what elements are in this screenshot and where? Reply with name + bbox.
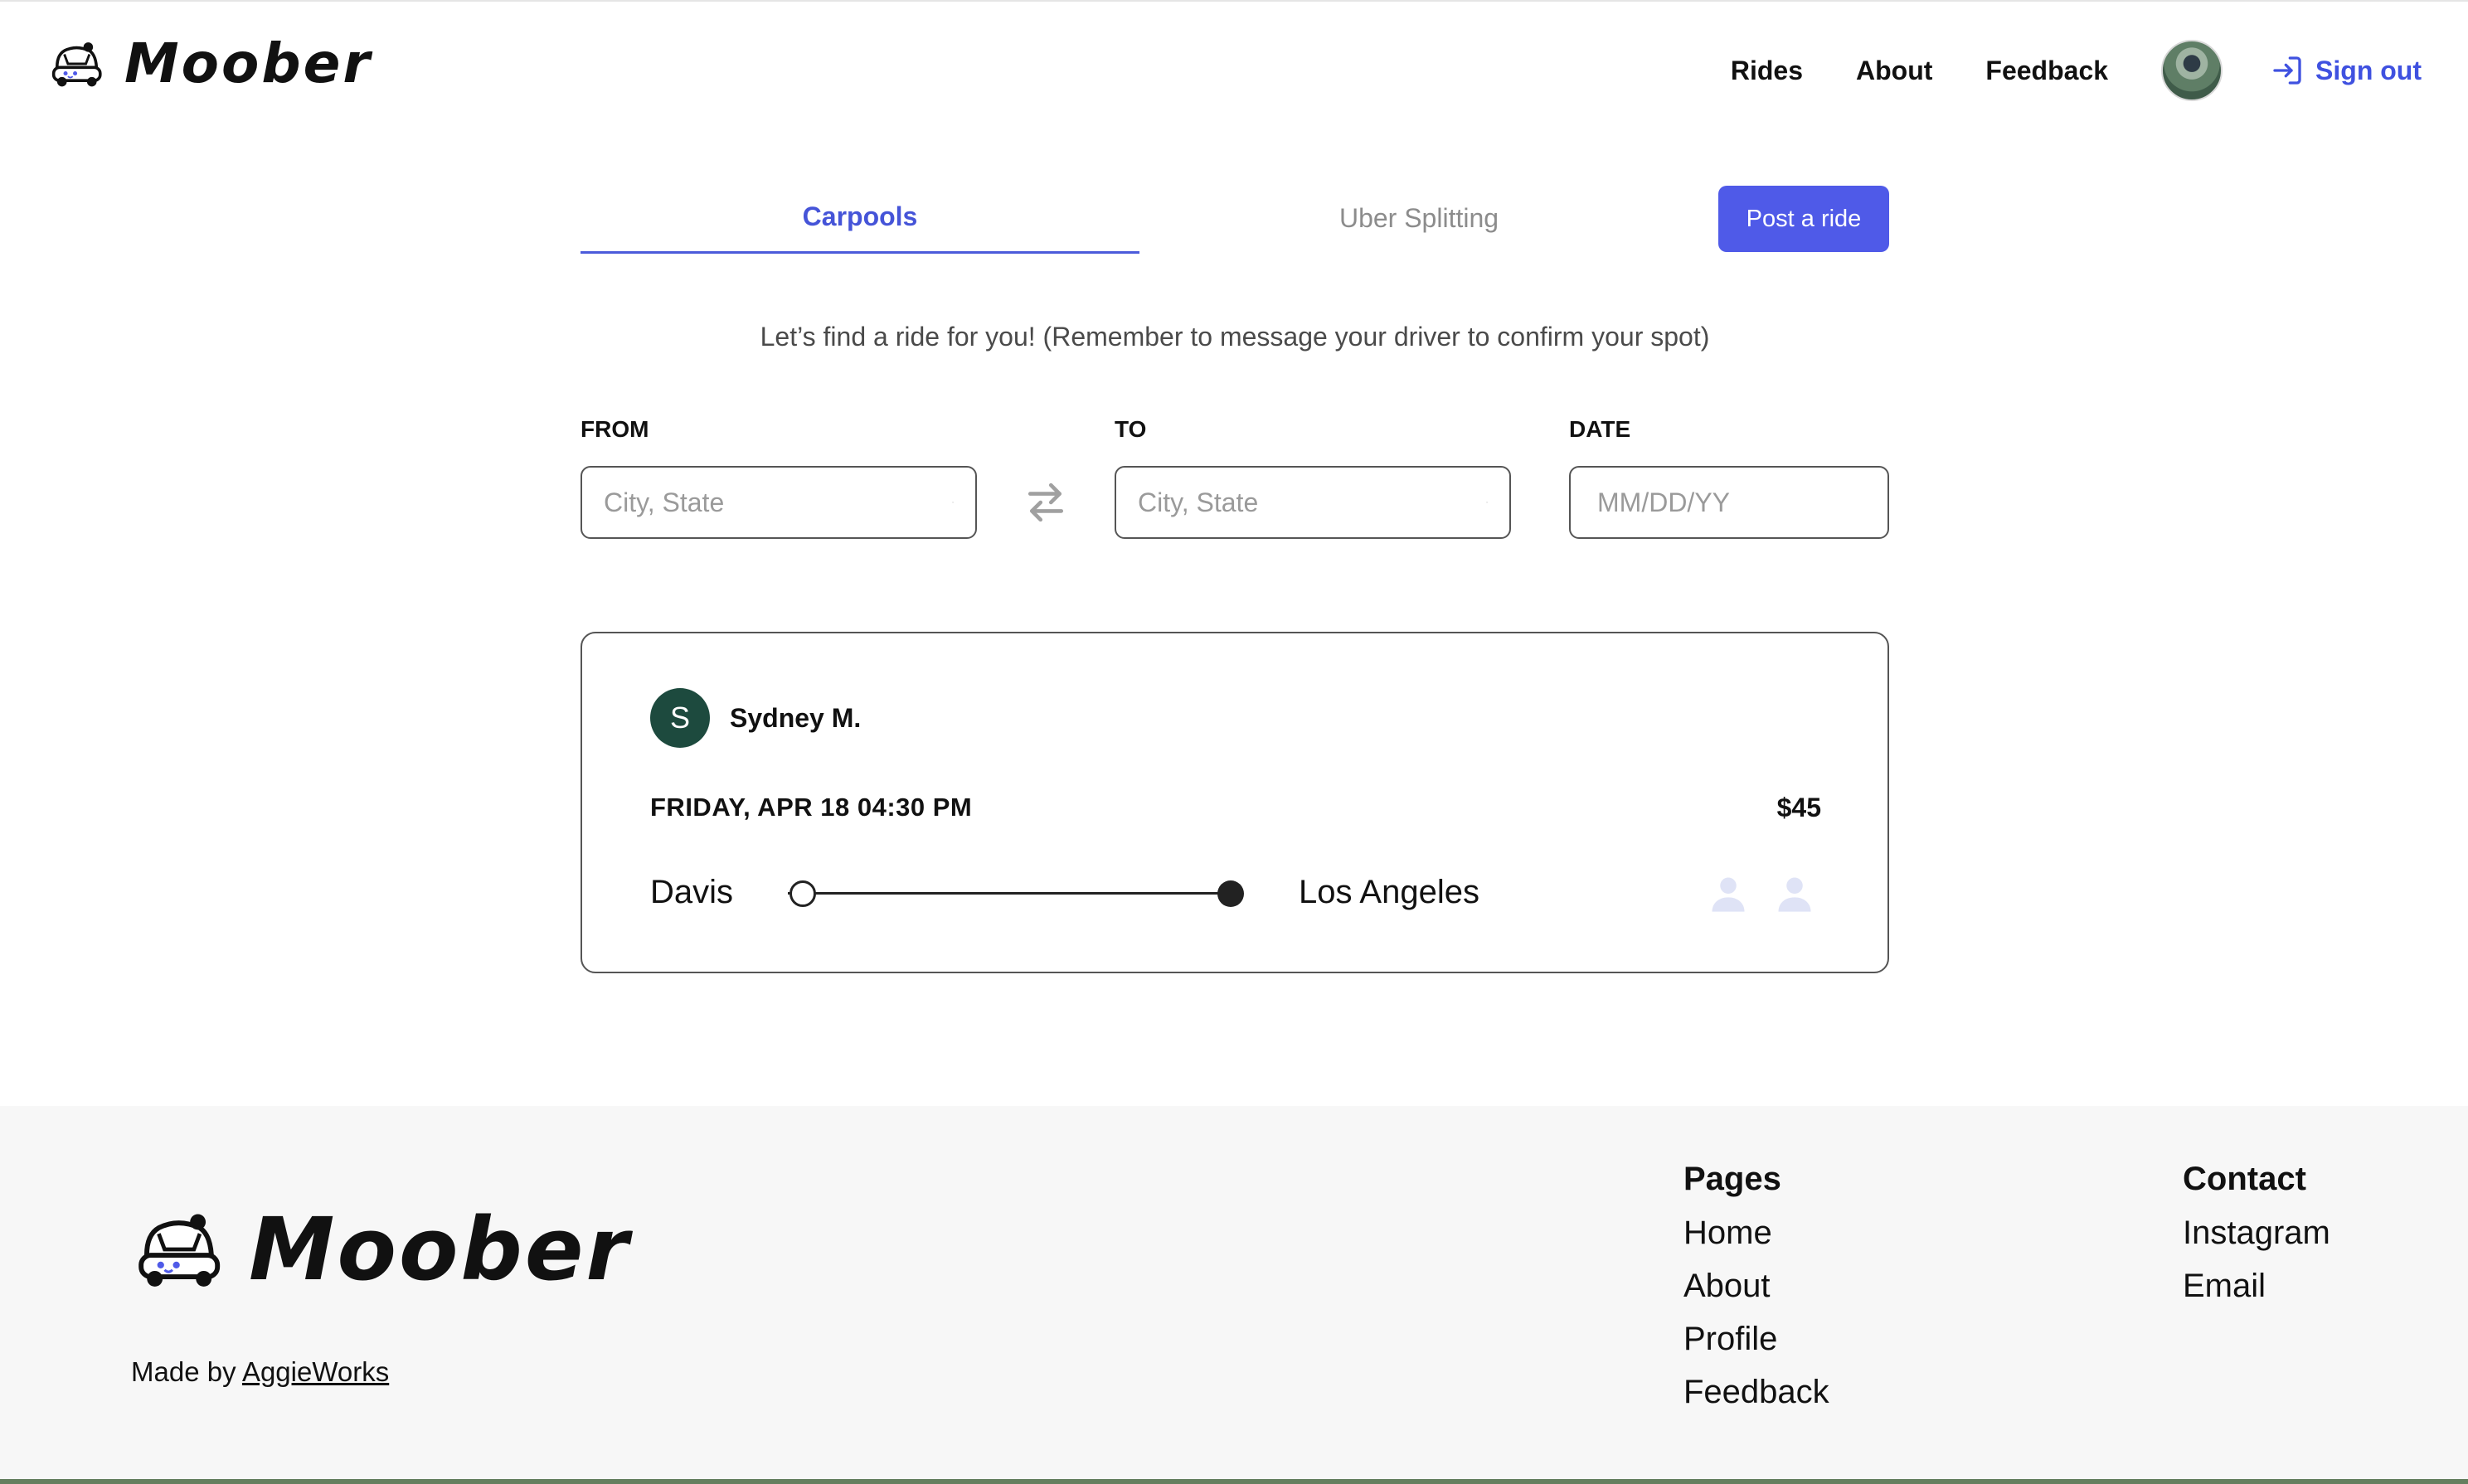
top-nav-bar: Moober Rides About Feedback Sign out bbox=[0, 0, 2468, 141]
footer-link-profile[interactable]: Profile bbox=[1683, 1312, 1829, 1365]
footer-link-feedback[interactable]: Feedback bbox=[1683, 1365, 1829, 1419]
main-nav: Rides About Feedback Sign out bbox=[1731, 40, 2422, 101]
date-field[interactable] bbox=[1569, 466, 1946, 539]
route-end-dot bbox=[1217, 880, 1244, 907]
footer-pages-heading: Pages bbox=[1683, 1161, 1781, 1197]
nav-link-feedback[interactable]: Feedback bbox=[1985, 56, 2108, 86]
from-field[interactable] bbox=[581, 466, 977, 539]
footer-pages-column: Pages Home About Profile Feedback bbox=[1683, 1161, 1829, 1419]
search-subtitle: Let’s find a ride for you! (Remember to … bbox=[760, 322, 1710, 352]
page: Moober Rides About Feedback Sign out Car… bbox=[0, 0, 2468, 1484]
from-label: FROM bbox=[581, 416, 649, 442]
car-mascot-icon bbox=[138, 1214, 221, 1287]
footer-contact-heading: Contact bbox=[2183, 1161, 2306, 1197]
sign-out-button[interactable]: Sign out bbox=[2271, 54, 2422, 87]
footer-contact-column: Contact Instagram Email bbox=[2183, 1161, 2330, 1312]
search-icon bbox=[1486, 502, 1488, 503]
swap-locations-icon[interactable] bbox=[1025, 479, 1066, 526]
footer: Moober Made by AggieWorks Pages Home Abo… bbox=[0, 1106, 2468, 1484]
route-start-dot bbox=[789, 880, 816, 907]
seat-person-icon bbox=[1778, 877, 1811, 912]
search-icon bbox=[952, 502, 954, 503]
footer-brand-name: Moober bbox=[249, 1199, 631, 1300]
footer-brand: Moober bbox=[129, 1199, 631, 1300]
driver-name: Sydney M. bbox=[730, 703, 862, 733]
user-avatar[interactable] bbox=[2161, 40, 2223, 101]
ride-datetime: FRIDAY, APR 18 04:30 PM bbox=[650, 793, 973, 822]
sign-in-arrow-icon bbox=[2273, 56, 2301, 85]
footer-link-about[interactable]: About bbox=[1683, 1259, 1829, 1312]
made-by-prefix: Made by bbox=[131, 1356, 236, 1387]
from-input[interactable] bbox=[604, 487, 952, 518]
footer-link-home[interactable]: Home bbox=[1683, 1206, 1829, 1259]
footer-link-email[interactable]: Email bbox=[2183, 1259, 2330, 1312]
brand-logo-link[interactable]: Moober bbox=[46, 32, 372, 95]
car-mascot-icon bbox=[51, 41, 102, 86]
tab-uber-splitting[interactable]: Uber Splitting bbox=[1139, 182, 1698, 254]
footer-link-instagram[interactable]: Instagram bbox=[2183, 1206, 2330, 1259]
to-input[interactable] bbox=[1138, 487, 1486, 518]
seat-person-icon bbox=[1712, 877, 1745, 912]
date-input[interactable] bbox=[1597, 487, 1946, 518]
ride-origin: Davis bbox=[650, 874, 734, 910]
aggieworks-link[interactable]: AggieWorks bbox=[242, 1356, 389, 1387]
route-line bbox=[788, 892, 1221, 895]
sign-out-label: Sign out bbox=[2315, 55, 2422, 85]
ride-type-tabs: Carpools Uber Splitting Post a ride bbox=[581, 182, 1889, 254]
driver-avatar: S bbox=[650, 688, 710, 748]
tab-carpools[interactable]: Carpools bbox=[581, 182, 1139, 254]
ride-price: $45 bbox=[1776, 793, 1821, 822]
date-label: DATE bbox=[1569, 416, 1631, 442]
nav-link-about[interactable]: About bbox=[1856, 56, 1932, 86]
brand-name: Moober bbox=[124, 32, 372, 95]
to-label: TO bbox=[1115, 416, 1147, 442]
made-by-credit: Made by AggieWorks bbox=[131, 1356, 389, 1388]
post-ride-button[interactable]: Post a ride bbox=[1718, 186, 1889, 252]
to-field[interactable] bbox=[1115, 466, 1511, 539]
ride-destination: Los Angeles bbox=[1299, 874, 1479, 910]
nav-link-rides[interactable]: Rides bbox=[1731, 56, 1803, 86]
ride-card[interactable]: S Sydney M. FRIDAY, APR 18 04:30 PM $45 … bbox=[581, 632, 1889, 973]
